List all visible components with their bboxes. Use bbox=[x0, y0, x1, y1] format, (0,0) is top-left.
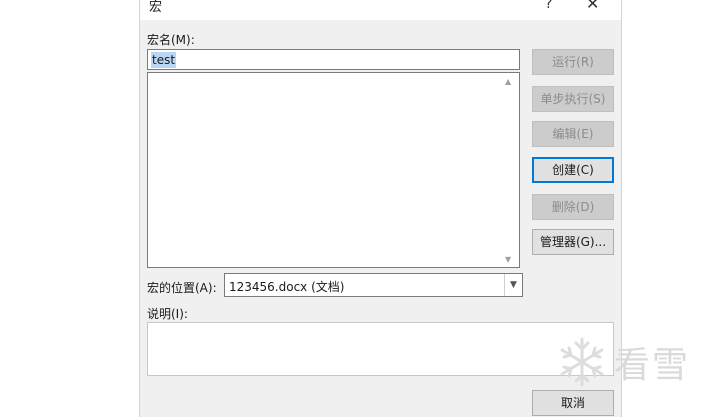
macro-location-select[interactable]: 123456.docx (文档) ▼ bbox=[224, 273, 523, 297]
description-label: 说明(I): bbox=[147, 307, 188, 321]
macro-name-label: 宏名(M): bbox=[147, 33, 195, 47]
watermark-text: 看雪 bbox=[614, 345, 691, 386]
step-into-button[interactable]: 单步执行(S) bbox=[532, 86, 614, 112]
description-box bbox=[147, 322, 614, 376]
macro-list-scrollbar[interactable]: ▲ ▼ bbox=[502, 73, 519, 267]
macro-dialog: 宏 ? ✕ 宏名(M): test ▲ ▼ 宏的位置(A): 123456.do… bbox=[139, 0, 622, 417]
title-bar: 宏 ? ✕ bbox=[140, 0, 621, 20]
macro-location-value: 123456.docx (文档) bbox=[229, 280, 345, 294]
dialog-title: 宏 bbox=[149, 0, 163, 15]
close-button[interactable]: ✕ bbox=[586, 0, 599, 13]
macro-list[interactable]: ▲ ▼ bbox=[147, 72, 520, 268]
macro-location-label: 宏的位置(A): bbox=[147, 281, 217, 295]
run-button[interactable]: 运行(R) bbox=[532, 49, 614, 75]
macro-name-value: test bbox=[151, 52, 177, 68]
macro-name-input[interactable]: test bbox=[147, 49, 520, 70]
create-button[interactable]: 创建(C) bbox=[532, 157, 614, 183]
organizer-button[interactable]: 管理器(G)... bbox=[532, 229, 614, 255]
help-button[interactable]: ? bbox=[545, 0, 552, 12]
scroll-down-icon[interactable]: ▼ bbox=[505, 255, 511, 264]
edit-button[interactable]: 编辑(E) bbox=[532, 121, 614, 147]
scroll-up-icon[interactable]: ▲ bbox=[505, 77, 511, 86]
cancel-button[interactable]: 取消 bbox=[532, 390, 614, 416]
chevron-down-icon[interactable]: ▼ bbox=[504, 274, 522, 296]
delete-button[interactable]: 删除(D) bbox=[532, 194, 614, 220]
